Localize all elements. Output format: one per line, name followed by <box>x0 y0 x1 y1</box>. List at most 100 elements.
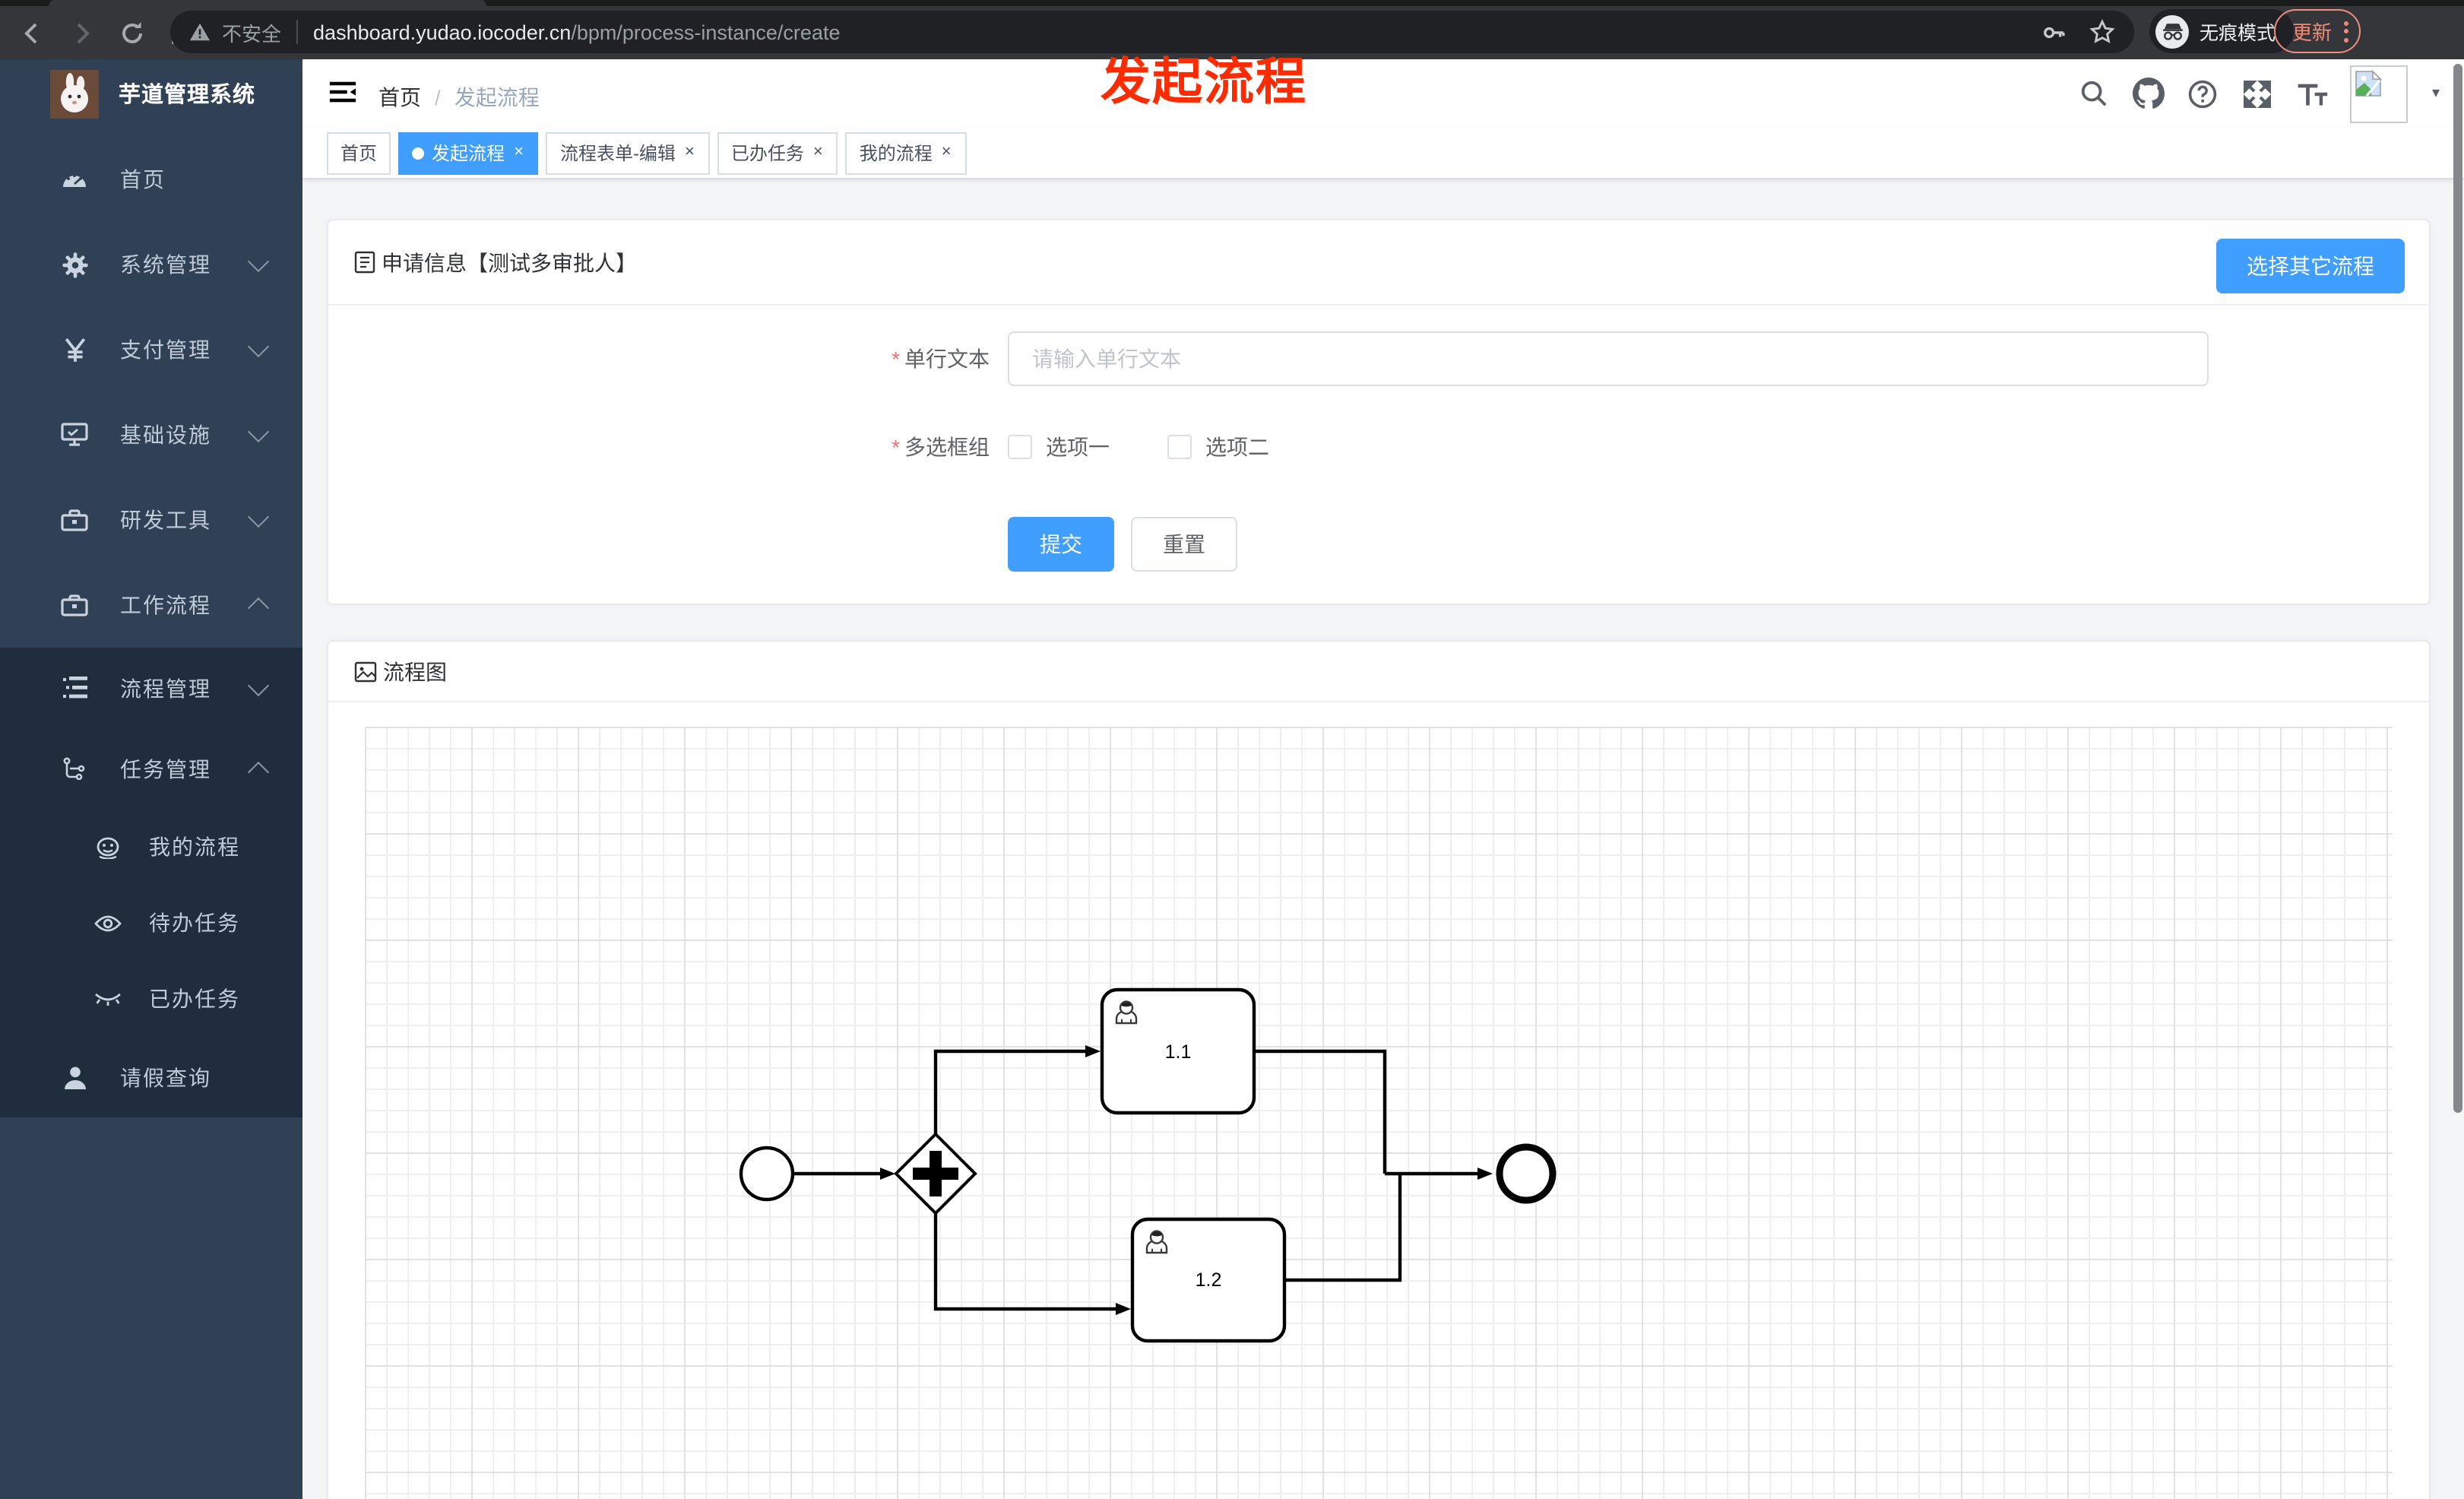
sidebar-item-done-tasks[interactable]: 已办任务 <box>0 961 302 1037</box>
tags-view-bar: 首页 发起流程 × 流程表单-编辑 × 已办任务 × 我的流程 × <box>302 128 2464 179</box>
avatar-caret-icon[interactable]: ▾ <box>2432 85 2440 102</box>
sidebar-item-devtools[interactable]: 研发工具 <box>0 477 302 563</box>
sidebar-collapse-button[interactable] <box>328 78 357 106</box>
breadcrumb-current: 发起流程 <box>454 85 540 109</box>
sidebar-item-system[interactable]: 系统管理 <box>0 222 302 307</box>
bpmn-end-event[interactable] <box>1496 1143 1557 1204</box>
sidebar-item-process-mgmt[interactable]: 流程管理 <box>0 648 302 728</box>
submit-button[interactable]: 提交 <box>1008 517 1114 572</box>
tab-done-tasks[interactable]: 已办任务 × <box>717 132 838 174</box>
bpmn-canvas[interactable]: 1.1 1.2 <box>365 727 2393 1499</box>
flow-diagram-card: 流程图 1.1 1.2 <box>327 640 2431 1499</box>
back-button[interactable] <box>14 14 50 51</box>
bpmn-user-task-1[interactable]: 1.1 <box>1100 987 1256 1115</box>
apply-info-card: 申请信息【测试多审批人】 选择其它流程 *单行文本 *多选框组 选项一 选项二 … <box>327 219 2431 605</box>
checkbox-option-2[interactable]: 选项二 <box>1167 432 1269 462</box>
task-tree-icon <box>61 757 88 780</box>
checkbox-icon[interactable] <box>1008 435 1032 459</box>
form-row-checkbox: * 多选框组 选项一 选项二 <box>328 432 2429 462</box>
sidebar-item-home[interactable]: 首页 <box>0 137 302 222</box>
breadcrumb-home[interactable]: 首页 <box>378 85 421 109</box>
search-icon[interactable] <box>2076 77 2110 110</box>
chevron-down-icon <box>247 420 270 443</box>
bpmn-user-task-2[interactable]: 1.2 <box>1130 1217 1287 1343</box>
sidebar-item-leave-query[interactable]: 请假查询 <box>0 1037 302 1117</box>
sidebar-item-infra[interactable]: 基础设施 <box>0 392 302 477</box>
checkbox-group: 选项一 选项二 <box>1008 432 1269 462</box>
password-key-icon[interactable] <box>2041 19 2067 45</box>
sidebar-item-workflow[interactable]: 工作流程 <box>0 563 302 648</box>
app-title: 芋道管理系统 <box>119 84 255 108</box>
bookmark-star-icon[interactable] <box>2089 18 2116 46</box>
browser-menu-icon[interactable] <box>2344 21 2349 42</box>
eye-open-icon <box>94 913 122 933</box>
field-label: * 单行文本 <box>892 347 990 371</box>
field-label: * 多选框组 <box>892 435 990 459</box>
tab-my-process[interactable]: 我的流程 × <box>845 132 967 174</box>
browser-tab-strip <box>0 0 2464 6</box>
chevron-up-icon <box>247 597 270 620</box>
security-label: 不安全 <box>222 22 282 45</box>
toolbox-icon <box>61 508 88 532</box>
browser-active-tab[interactable] <box>49 0 486 6</box>
form-row-actions: 提交 重置 <box>328 517 2429 572</box>
sidebar-item-my-process[interactable]: 我的流程 <box>0 809 302 885</box>
bpmn-parallel-gateway[interactable] <box>894 1132 977 1215</box>
forward-button[interactable] <box>64 14 100 51</box>
incognito-label: 无痕模式 <box>2200 23 2276 44</box>
gear-icon <box>61 252 88 277</box>
avatar[interactable] <box>2350 65 2408 122</box>
select-other-process-button[interactable]: 选择其它流程 <box>2216 239 2405 293</box>
bpmn-start-event[interactable] <box>739 1146 795 1202</box>
font-size-icon[interactable] <box>2295 77 2329 110</box>
incognito-icon <box>2155 14 2189 48</box>
user-icon <box>61 1065 88 1089</box>
sidebar-item-payment[interactable]: 支付管理 <box>0 307 302 392</box>
checkbox-icon[interactable] <box>1167 435 1192 459</box>
sidebar-item-todo-tasks[interactable]: 待办任务 <box>0 885 302 961</box>
required-asterisk: * <box>892 435 900 459</box>
required-asterisk: * <box>892 347 900 371</box>
close-icon[interactable]: × <box>940 143 953 163</box>
close-icon[interactable]: × <box>812 143 825 163</box>
app-logo-row[interactable]: 芋道管理系统 <box>0 59 302 128</box>
chevron-down-icon <box>247 505 270 528</box>
divider <box>296 20 299 44</box>
page-scrollbar[interactable] <box>2453 64 2462 1113</box>
sidebar-menu: 首页 系统管理 支付管理 基础设施 研发工具 工作流程 流程管理 任务管理 我的… <box>0 137 302 1117</box>
form-row-text: * 单行文本 <box>328 331 2429 386</box>
app-logo <box>50 69 99 118</box>
github-icon[interactable] <box>2131 77 2165 110</box>
tab-form-edit[interactable]: 流程表单-编辑 × <box>546 132 710 174</box>
reset-button[interactable]: 重置 <box>1131 517 1237 572</box>
checkbox-option-1[interactable]: 选项一 <box>1008 432 1110 462</box>
close-icon[interactable]: × <box>683 143 696 163</box>
browser-update-button[interactable]: 更新 <box>2274 9 2361 53</box>
picture-icon <box>354 661 377 682</box>
url-path: /bpm/process-instance/create <box>571 21 841 43</box>
robot-face-icon <box>94 835 122 858</box>
help-icon[interactable] <box>2186 77 2219 110</box>
flow-card-title: 流程图 <box>383 659 447 683</box>
tab-start-process[interactable]: 发起流程 × <box>398 132 539 174</box>
briefcase-icon <box>61 593 88 617</box>
flow-card-header: 流程图 <box>328 642 2429 702</box>
flow-gateway-to-task2 <box>933 1213 1131 1315</box>
close-icon[interactable]: × <box>512 143 525 163</box>
tab-home[interactable]: 首页 <box>327 132 391 174</box>
not-secure-icon <box>189 23 211 41</box>
fullscreen-icon[interactable] <box>2241 77 2274 110</box>
list-icon <box>61 677 88 699</box>
annotation-text: 发起流程 <box>1101 53 1307 109</box>
sidebar-item-task-mgmt[interactable]: 任务管理 <box>0 728 302 809</box>
monitor-icon <box>61 423 88 447</box>
eye-closed-icon <box>94 990 122 1007</box>
flow-task1-out <box>1254 1049 1387 1174</box>
page-root: 不安全 dashboard.yudao.iocoder.cn/bpm/proce… <box>0 0 2464 1499</box>
header-actions: ▾ <box>2076 59 2440 128</box>
reload-button[interactable] <box>114 14 150 51</box>
chevron-down-icon <box>247 335 270 358</box>
active-dot-icon <box>412 147 425 159</box>
single-line-text-input[interactable] <box>1008 331 2209 386</box>
dashboard-icon <box>61 167 88 192</box>
